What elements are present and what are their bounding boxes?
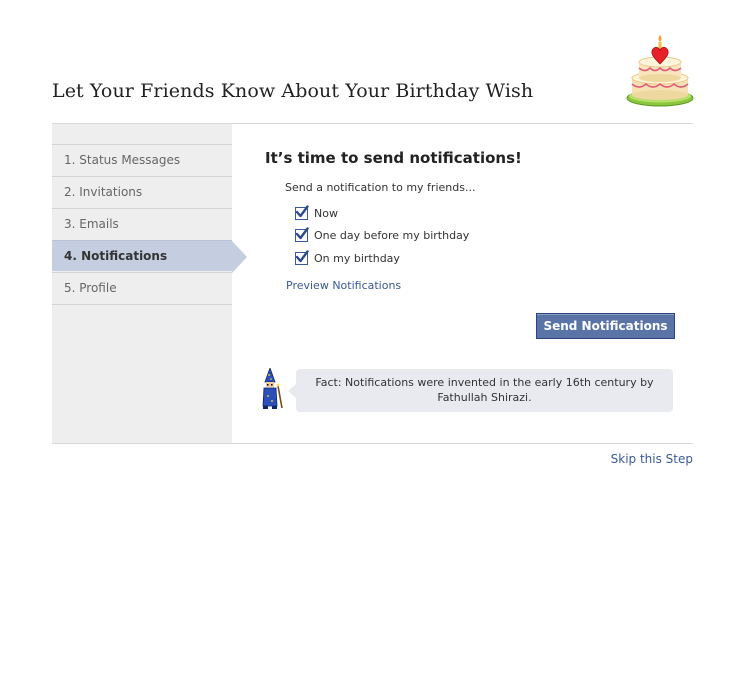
option-one-day-before[interactable]: One day before my birthday bbox=[295, 227, 470, 243]
fact-text: Fact: Notifications were invented in the… bbox=[315, 376, 654, 404]
bottom-divider bbox=[52, 443, 693, 444]
send-notification-label: Send a notification to my friends... bbox=[285, 181, 476, 194]
active-step-arrow bbox=[232, 241, 247, 273]
step-invitations[interactable]: 2. Invitations bbox=[52, 176, 232, 207]
option-label: One day before my birthday bbox=[314, 229, 470, 242]
step-label: 2. Invitations bbox=[64, 185, 143, 199]
step-emails[interactable]: 3. Emails bbox=[52, 208, 232, 239]
section-heading: It’s time to send notifications! bbox=[265, 149, 522, 167]
now-checkbox[interactable] bbox=[295, 205, 309, 220]
checkmark-icon bbox=[295, 227, 309, 240]
step-status-messages[interactable]: 1. Status Messages bbox=[52, 144, 232, 175]
checkmark-icon bbox=[295, 205, 309, 218]
step-label: 1. Status Messages bbox=[64, 153, 181, 167]
steps-sidebar: 1. Status Messages 2. Invitations 3. Ema… bbox=[52, 124, 232, 443]
skip-step-link[interactable]: Skip this Step bbox=[611, 452, 693, 466]
one-day-before-checkbox[interactable] bbox=[295, 227, 309, 242]
birthday-cake-icon bbox=[624, 34, 696, 108]
fact-bubble: Fact: Notifications were invented in the… bbox=[296, 369, 673, 412]
step-label: 3. Emails bbox=[64, 217, 119, 231]
step-label: 5. Profile bbox=[64, 281, 117, 295]
fact-bubble-tail bbox=[288, 384, 296, 398]
option-now[interactable]: Now bbox=[295, 205, 338, 221]
on-birthday-checkbox[interactable] bbox=[295, 250, 309, 265]
step-notifications[interactable]: 4. Notifications bbox=[52, 240, 232, 271]
send-notifications-button[interactable]: Send Notifications bbox=[536, 313, 675, 339]
checkmark-icon bbox=[295, 250, 309, 263]
page-title: Let Your Friends Know About Your Birthda… bbox=[52, 80, 534, 102]
step-label: 4. Notifications bbox=[64, 249, 168, 263]
page: Let Your Friends Know About Your Birthda… bbox=[0, 0, 756, 681]
option-label: Now bbox=[314, 207, 338, 220]
step-profile[interactable]: 5. Profile bbox=[52, 272, 232, 303]
option-on-birthday[interactable]: On my birthday bbox=[295, 250, 400, 266]
sidebar-divider bbox=[52, 304, 232, 305]
option-label: On my birthday bbox=[314, 252, 400, 265]
wizard-icon bbox=[260, 366, 284, 410]
preview-notifications-link[interactable]: Preview Notifications bbox=[286, 279, 401, 292]
